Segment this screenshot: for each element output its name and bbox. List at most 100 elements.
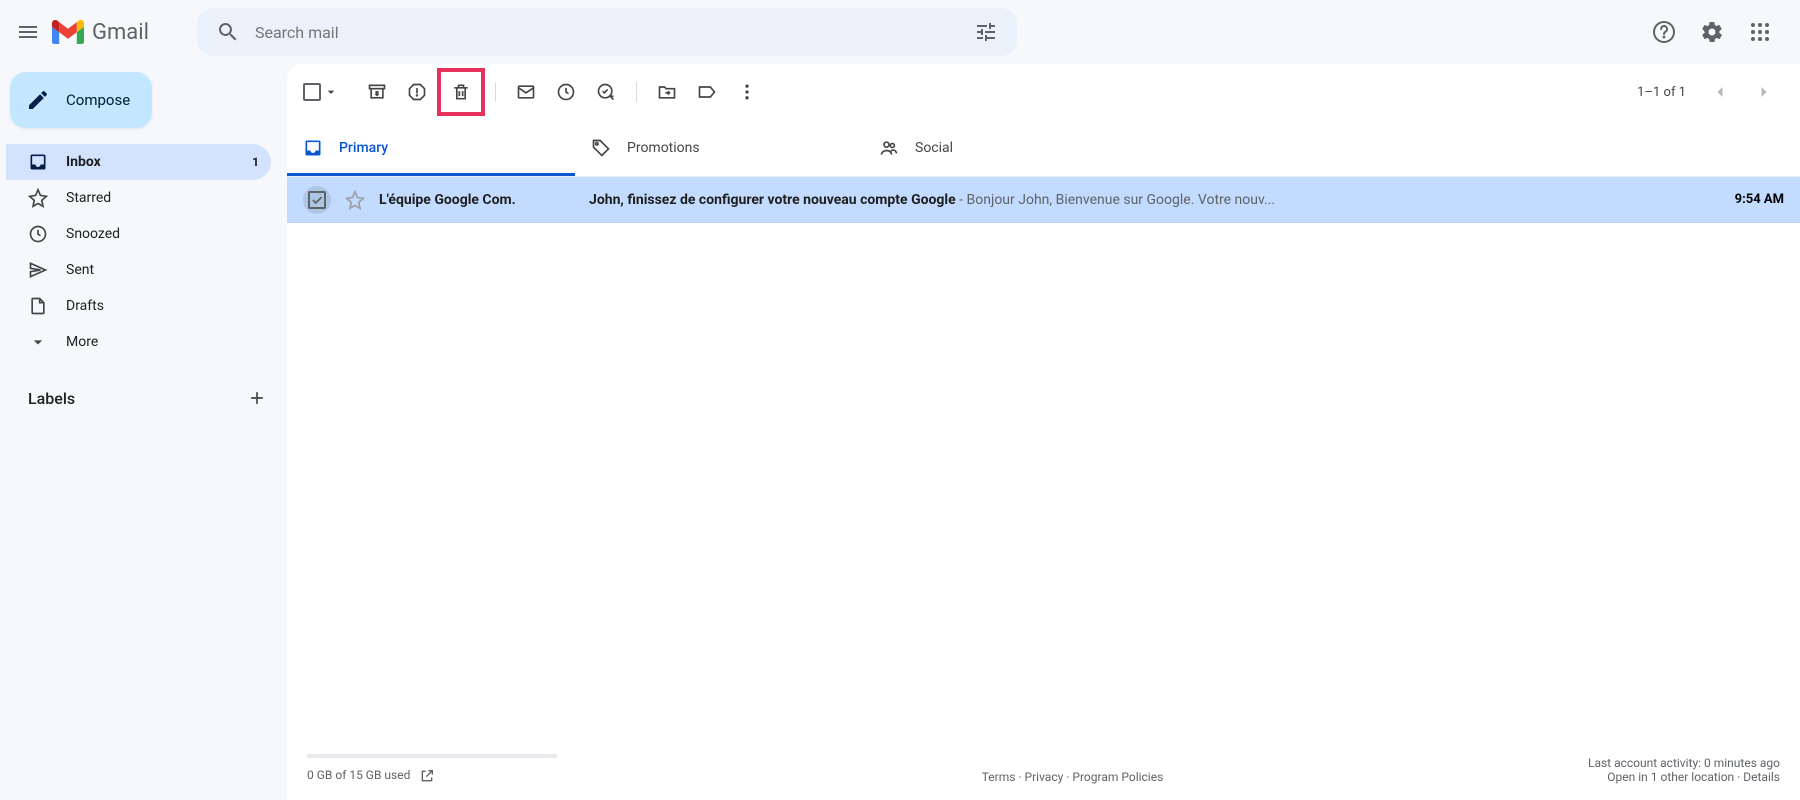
- next-page-button[interactable]: [1744, 72, 1784, 112]
- email-row[interactable]: L'équipe Google Com. John, finissez de c…: [287, 177, 1800, 223]
- support-button[interactable]: [1644, 12, 1684, 52]
- category-tabs: Primary Promotions Social: [287, 120, 1800, 177]
- prev-page-button[interactable]: [1700, 72, 1740, 112]
- plus-icon: [247, 388, 267, 408]
- sidebar-item-label: Drafts: [66, 298, 104, 314]
- more-vert-icon: [737, 82, 757, 102]
- tab-label: Primary: [339, 140, 388, 156]
- compose-button[interactable]: Compose: [10, 72, 152, 128]
- hamburger-icon: [16, 20, 40, 44]
- tag-icon: [591, 138, 611, 158]
- pencil-icon: [26, 88, 50, 112]
- inbox-count: 1: [252, 155, 259, 169]
- archive-icon: [367, 82, 387, 102]
- terms-link[interactable]: Terms: [982, 770, 1016, 784]
- tune-icon: [974, 20, 998, 44]
- labels-header: Labels: [6, 384, 287, 412]
- tab-promotions[interactable]: Promotions: [575, 120, 863, 176]
- more-button[interactable]: [727, 72, 767, 112]
- chevron-right-icon: [1754, 82, 1774, 102]
- gmail-logo[interactable]: Gmail: [52, 20, 149, 45]
- gmail-logo-text: Gmail: [92, 20, 149, 45]
- sidebar-item-starred[interactable]: Starred: [6, 180, 271, 216]
- storage-progress: [307, 754, 557, 758]
- activity-text: Last account activity: 0 minutes ago: [1588, 756, 1780, 770]
- storage-text: 0 GB of 15 GB used: [307, 768, 410, 782]
- toolbar: 1–1 of 1: [287, 64, 1800, 120]
- email-snippet-sep: -: [956, 192, 967, 208]
- labels-button[interactable]: [687, 72, 727, 112]
- task-icon: [596, 82, 616, 102]
- settings-button[interactable]: [1692, 12, 1732, 52]
- clock-icon: [556, 82, 576, 102]
- report-spam-button[interactable]: [397, 72, 437, 112]
- apps-button[interactable]: [1740, 12, 1780, 52]
- sidebar-item-sent[interactable]: Sent: [6, 252, 271, 288]
- details-link[interactable]: Details: [1743, 770, 1780, 784]
- content-panel: 1–1 of 1 Primary Promotions Social: [287, 64, 1800, 800]
- footer-activity: Last account activity: 0 minutes ago Ope…: [1588, 756, 1780, 784]
- spam-icon: [407, 82, 427, 102]
- send-icon: [28, 260, 48, 280]
- tab-label: Promotions: [627, 140, 700, 156]
- main-area: Compose Inbox 1 Starred Snoozed Sent Dra…: [0, 64, 1800, 800]
- footer: 0 GB of 15 GB used Terms · Privacy · Pro…: [287, 746, 1800, 800]
- search-icon: [216, 20, 240, 44]
- search-input[interactable]: [251, 23, 963, 42]
- sidebar-item-more[interactable]: More: [6, 324, 271, 360]
- trash-icon: [451, 82, 471, 102]
- help-icon: [1652, 20, 1676, 44]
- compose-label: Compose: [66, 91, 130, 109]
- main-menu-button[interactable]: [8, 12, 48, 52]
- email-time: 9:54 AM: [1735, 192, 1784, 207]
- external-link-button[interactable]: [419, 768, 435, 784]
- email-snippet: Bonjour John, Bienvenue sur Google. Votr…: [967, 192, 1276, 208]
- open-other-text: Open in 1 other location: [1607, 770, 1734, 784]
- sidebar-item-snoozed[interactable]: Snoozed: [6, 216, 271, 252]
- check-icon: [310, 193, 324, 207]
- tab-primary[interactable]: Primary: [287, 120, 575, 176]
- sidebar-item-label: Inbox: [66, 154, 101, 170]
- label-icon: [697, 82, 717, 102]
- email-subject-line: John, finissez de configurer votre nouve…: [589, 192, 1715, 208]
- email-sender: L'équipe Google Com.: [379, 192, 589, 208]
- select-all-checkbox[interactable]: [303, 83, 321, 101]
- snooze-button[interactable]: [546, 72, 586, 112]
- gear-icon: [1700, 20, 1724, 44]
- star-toggle[interactable]: [345, 190, 365, 210]
- sidebar-item-label: Sent: [66, 262, 94, 278]
- star-icon: [28, 188, 48, 208]
- search-button[interactable]: [205, 9, 251, 55]
- sidebar-item-inbox[interactable]: Inbox 1: [6, 144, 271, 180]
- delete-button[interactable]: [441, 72, 481, 112]
- toolbar-separator: [495, 82, 496, 102]
- sidebar-item-drafts[interactable]: Drafts: [6, 288, 271, 324]
- open-external-icon: [419, 768, 435, 784]
- footer-links: Terms · Privacy · Program Policies: [982, 770, 1164, 784]
- email-checkbox[interactable]: [303, 186, 331, 214]
- folder-move-icon: [657, 82, 677, 102]
- header-actions: [1644, 12, 1792, 52]
- apps-grid-icon: [1748, 20, 1772, 44]
- delete-highlight: [437, 68, 485, 116]
- chevron-down-icon: [28, 332, 48, 352]
- gmail-logo-icon: [52, 20, 84, 44]
- add-label-button[interactable]: [243, 384, 271, 412]
- privacy-link[interactable]: Privacy: [1025, 770, 1064, 784]
- add-task-button[interactable]: [586, 72, 626, 112]
- archive-button[interactable]: [357, 72, 397, 112]
- mark-unread-button[interactable]: [506, 72, 546, 112]
- move-to-button[interactable]: [647, 72, 687, 112]
- caret-down-icon[interactable]: [323, 84, 339, 100]
- tab-social[interactable]: Social: [863, 120, 1151, 176]
- select-all[interactable]: [303, 83, 339, 101]
- policies-link[interactable]: Program Policies: [1072, 770, 1163, 784]
- sidebar-item-label: Starred: [66, 190, 111, 206]
- footer-storage: 0 GB of 15 GB used: [307, 754, 557, 784]
- file-icon: [28, 296, 48, 316]
- search-options-button[interactable]: [963, 9, 1009, 55]
- tab-label: Social: [915, 140, 953, 156]
- sidebar: Compose Inbox 1 Starred Snoozed Sent Dra…: [0, 64, 287, 800]
- pagination-text: 1–1 of 1: [1637, 85, 1686, 100]
- clock-icon: [28, 224, 48, 244]
